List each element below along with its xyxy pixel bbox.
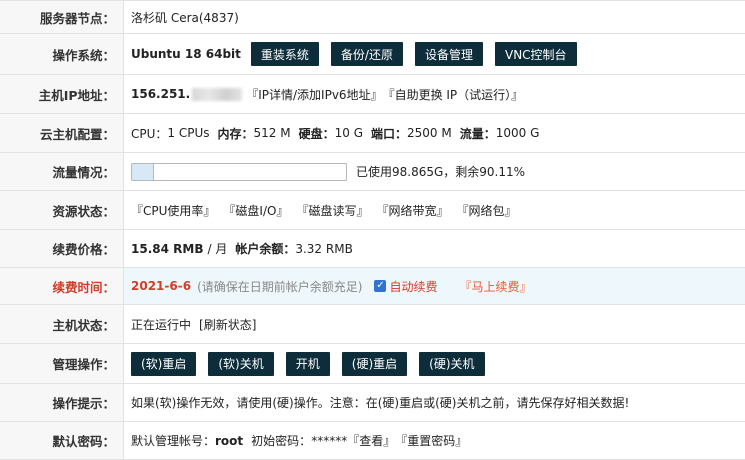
traffic-label: 流量： [459, 126, 496, 141]
row-password: 默认密码： 默认管理帐号： root 初始密码： ****** 『查看』 『重置… [0, 422, 745, 460]
row-renew: 续费时间： 2021-6-6 (请确保在日期前帐户余额充足) ✓ 自动续费 『马… [0, 268, 745, 305]
balance-label: 帐户余额： [235, 242, 296, 256]
row-ip: 主机IP地址： 156.251. 『IP详情/添加IPv6地址』 『自助更换 I… [0, 75, 745, 114]
reinstall-button[interactable]: 重装系统 [250, 42, 319, 66]
label-traffic: 流量情况： [0, 153, 124, 190]
label-manage: 管理操作： [0, 344, 124, 383]
balance-value: 3.32 RMB [295, 241, 353, 256]
mem-label: 内存： [217, 126, 254, 141]
row-tips: 操作提示： 如果(软)操作无效，请使用(硬)操作。注意：在(硬)重启或(硬)关机… [0, 384, 745, 422]
traffic-progress-bar [131, 162, 347, 181]
vnc-console-button[interactable]: VNC控制台 [494, 42, 577, 66]
row-node: 服务器节点： 洛杉矶 Cera(4837) [0, 1, 745, 34]
disk-label: 硬盘： [298, 126, 335, 141]
cpu-value: 1 CPUs [167, 126, 210, 140]
renew-hint: (请确保在日期前帐户余额充足) [197, 279, 363, 294]
label-os: 操作系统： [0, 34, 124, 74]
soft-shutdown-button[interactable]: (软)关机 [208, 351, 274, 376]
power-on-button[interactable]: 开机 [285, 351, 330, 376]
password-label: 初始密码： [251, 434, 312, 448]
row-price: 续费价格： 15.84 RMB / 月 帐户余额： 3.32 RMB [0, 230, 745, 268]
auto-renew-checkbox[interactable]: ✓ [374, 280, 387, 292]
traffic-usage-text: 已使用98.865G，剩余90.11% [356, 165, 526, 179]
account-value: root [215, 433, 244, 448]
node-value: 洛杉矶 Cera(4837) [131, 10, 239, 25]
network-bandwidth-link[interactable]: 『网络带宽』 [376, 202, 448, 219]
ip-redacted [192, 87, 243, 101]
renew-date: 2021-6-6 [131, 279, 192, 293]
account-label: 默认管理帐号： [131, 434, 216, 448]
row-status: 主机状态： 正在运行中 [刷新状态] [0, 305, 745, 344]
refresh-status-link[interactable]: [刷新状态] [199, 316, 256, 333]
price-value: 15.84 RMB [131, 241, 204, 256]
auto-renew-label[interactable]: 自动续费 [389, 278, 437, 295]
label-status: 主机状态： [0, 305, 124, 343]
cpu-usage-link[interactable]: 『CPU使用率』 [131, 202, 215, 219]
backup-restore-button[interactable]: 备份/还原 [330, 42, 403, 66]
label-config: 云主机配置： [0, 114, 124, 152]
ip-details-link[interactable]: 『IP详情/添加IPv6地址』 [246, 86, 382, 103]
reset-password-link[interactable]: 『重置密码』 [395, 432, 467, 449]
port-label: 端口： [371, 126, 408, 141]
row-config: 云主机配置： CPU： 1 CPUs 内存： 512 M 硬盘： 10 G 端口： 25… [0, 114, 745, 153]
row-manage: 管理操作： (软)重启 (软)关机 开机 (硬)重启 (硬)关机 [0, 344, 745, 384]
label-resources: 资源状态： [0, 191, 124, 229]
password-value: ****** [311, 433, 348, 448]
tips-value: 如果(软)操作无效，请使用(硬)操作。注意：在(硬)重启或(硬)关机之前，请先保… [131, 396, 630, 410]
renew-now-link[interactable]: 『马上续费』 [459, 278, 531, 295]
disk-io-link[interactable]: 『磁盘I/O』 [223, 202, 288, 219]
traffic-progress-fill [132, 163, 155, 180]
disk-rw-link[interactable]: 『磁盘读写』 [296, 202, 368, 219]
ip-value: 156.251. [131, 87, 191, 101]
label-password: 默认密码： [0, 422, 124, 459]
hard-reboot-button[interactable]: (硬)重启 [341, 351, 408, 376]
os-value: Ubuntu 18 64bit [131, 47, 241, 61]
port-value: 2500 M [407, 126, 452, 140]
network-packets-link[interactable]: 『网络包』 [456, 202, 516, 219]
price-unit: / 月 [207, 242, 228, 256]
row-resources: 资源状态： 『CPU使用率』 『磁盘I/O』 『磁盘读写』 『网络带宽』 『网络… [0, 191, 745, 230]
label-price: 续费价格： [0, 230, 124, 267]
traffic-value: 1000 G [495, 126, 540, 140]
row-os: 操作系统： Ubuntu 18 64bit 重装系统 备份/还原 设备管理 VN… [0, 34, 745, 75]
cpu-label: CPU： [131, 126, 168, 141]
label-ip: 主机IP地址： [0, 75, 124, 113]
ip-change-link[interactable]: 『自助更换 IP（试运行）』 [383, 86, 524, 103]
row-traffic: 流量情况： 已使用98.865G，剩余90.11% [0, 153, 745, 191]
hard-shutdown-button[interactable]: (硬)关机 [419, 351, 485, 376]
soft-reboot-button[interactable]: (软)重启 [131, 351, 197, 376]
label-renew: 续费时间： [0, 268, 124, 304]
view-password-link[interactable]: 『查看』 [347, 432, 395, 449]
device-manage-button[interactable]: 设备管理 [414, 42, 483, 66]
mem-value: 512 M [253, 126, 291, 140]
disk-value: 10 G [334, 126, 364, 140]
label-node: 服务器节点： [0, 1, 124, 33]
host-info-table: 服务器节点： 洛杉矶 Cera(4837) 操作系统： Ubuntu 18 64… [0, 0, 745, 460]
status-value: 正在运行中 [131, 317, 192, 332]
label-tips: 操作提示： [0, 384, 124, 421]
